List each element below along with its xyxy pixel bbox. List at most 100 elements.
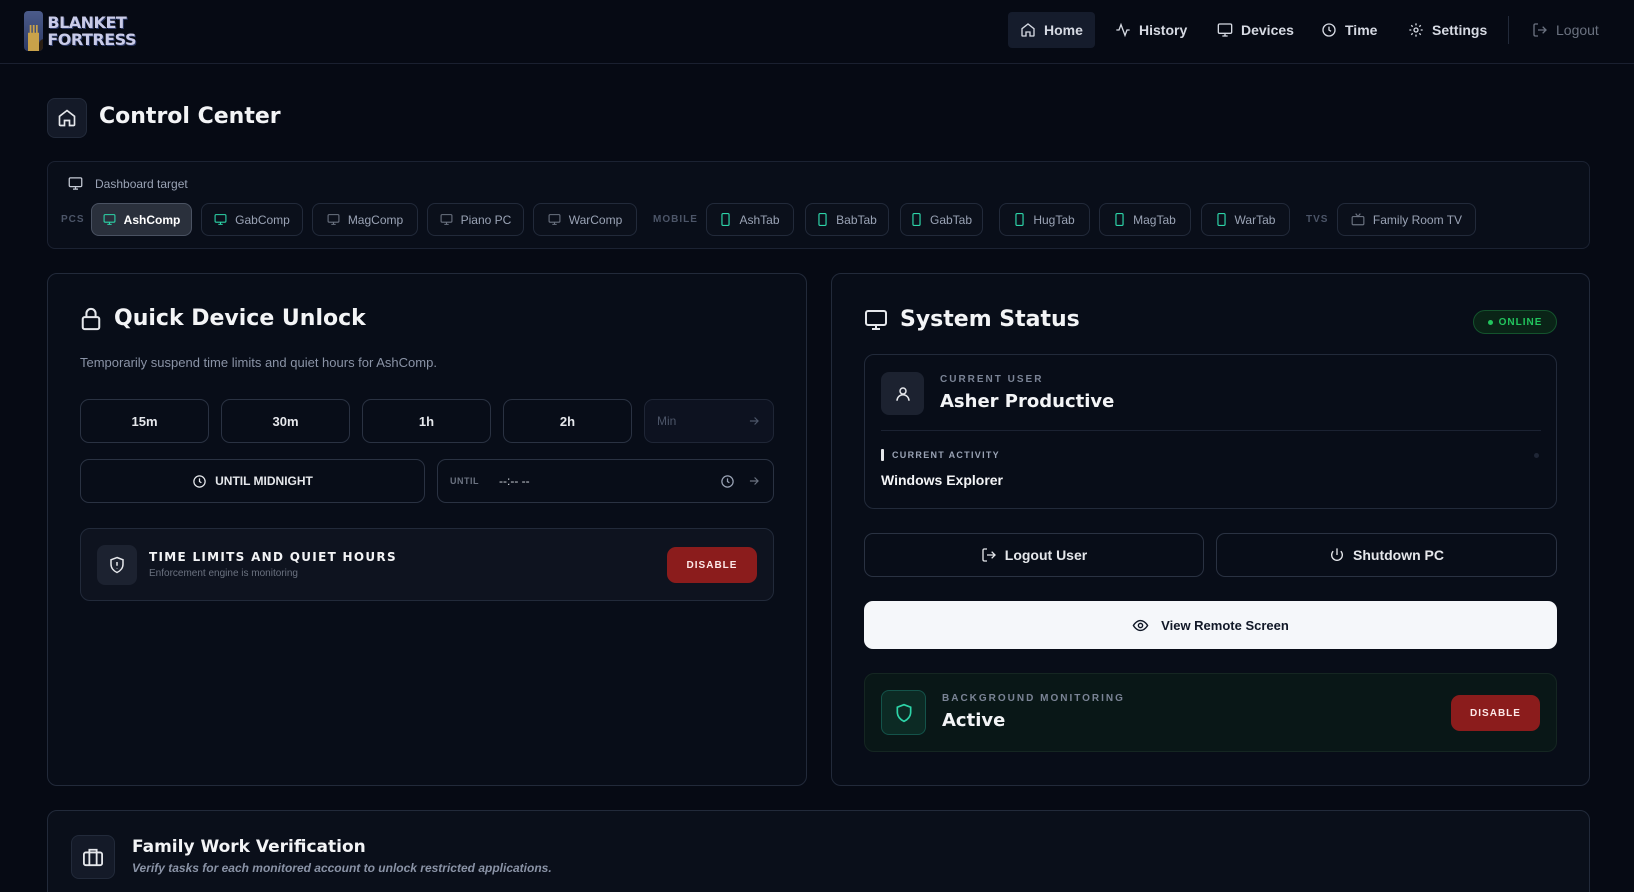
device-chip-label: Family Room TV <box>1372 212 1463 227</box>
activity-icon <box>1115 22 1131 38</box>
disable-time-limits-button[interactable]: DISABLE <box>667 547 757 583</box>
view-remote-screen-label: View Remote Screen <box>1161 617 1289 633</box>
clock-icon[interactable] <box>720 474 735 489</box>
nav-divider <box>1508 16 1509 44</box>
family-work-title: Family Work Verification <box>132 837 366 857</box>
device-chip-label: WarComp <box>568 212 623 227</box>
device-chip-gabcomp[interactable]: GabComp <box>201 203 303 236</box>
device-chip-family-room-tv[interactable]: Family Room TV <box>1337 203 1476 236</box>
monitor-icon <box>864 308 888 332</box>
device-chip-wartab[interactable]: WarTab <box>1201 203 1290 236</box>
divider <box>881 430 1541 431</box>
custom-minutes-input[interactable]: Min <box>644 399 774 443</box>
view-remote-screen-button[interactable]: View Remote Screen <box>864 601 1557 649</box>
power-icon <box>1329 547 1345 563</box>
unlock-15m-button[interactable]: 15m <box>80 399 209 443</box>
logout-icon <box>981 547 997 563</box>
device-chip-gabtab[interactable]: GabTab <box>900 203 983 236</box>
tablet-icon <box>1216 213 1227 226</box>
device-chip-label: MagTab <box>1133 212 1176 227</box>
device-chip-hugtab[interactable]: HugTab <box>999 203 1090 236</box>
device-chip-label: Piano PC <box>460 212 512 227</box>
logout-button[interactable]: Logout <box>1532 12 1599 48</box>
nav-label: Devices <box>1241 22 1294 38</box>
device-chip-ashtab[interactable]: AshTab <box>706 203 794 236</box>
shield-alert-icon <box>97 545 137 585</box>
clock-icon <box>1321 22 1337 38</box>
nav-time[interactable]: Time <box>1321 12 1377 48</box>
device-chip-warcomp[interactable]: WarComp <box>533 203 637 236</box>
monitor-icon <box>1217 22 1233 38</box>
monitor-icon <box>214 213 227 226</box>
current-user-label: CURRENT USER <box>940 374 1044 385</box>
until-label: UNTIL <box>450 476 479 486</box>
device-chip-label: AshTab <box>739 212 780 227</box>
nav-home[interactable]: Home <box>1008 12 1095 48</box>
eye-icon <box>1132 617 1149 634</box>
user-icon <box>881 372 924 415</box>
nav-settings[interactable]: Settings <box>1408 12 1487 48</box>
device-chip-magtab[interactable]: MagTab <box>1099 203 1191 236</box>
device-chip-ashcomp[interactable]: AshComp <box>91 203 192 236</box>
nav-devices[interactable]: Devices <box>1217 12 1294 48</box>
group-label-pcs: PCS <box>61 214 85 225</box>
dashboard-target-label: Dashboard target <box>95 176 188 191</box>
page-icon <box>47 98 87 138</box>
arrow-right-icon[interactable] <box>747 474 761 488</box>
until-midnight-label: UNTIL MIDNIGHT <box>215 474 313 488</box>
logout-user-label: Logout User <box>1004 547 1088 563</box>
background-monitoring-value: Active <box>942 710 1006 731</box>
device-chip-label: AshComp <box>123 212 181 227</box>
nav-label: Home <box>1044 22 1083 38</box>
unlock-30m-button[interactable]: 30m <box>221 399 350 443</box>
home-icon <box>1020 22 1036 38</box>
system-status-title: System Status <box>900 307 1080 332</box>
page-title: Control Center <box>99 104 281 129</box>
device-chip-label: GabComp <box>235 212 290 227</box>
device-chip-magcomp[interactable]: MagComp <box>312 203 418 236</box>
until-midnight-button[interactable]: UNTIL MIDNIGHT <box>80 459 425 503</box>
quick-unlock-subtitle: Temporarily suspend time limits and quie… <box>80 355 437 370</box>
home-icon <box>57 108 77 128</box>
device-chip-label: MagComp <box>347 212 404 227</box>
unlock-2h-button[interactable]: 2h <box>503 399 632 443</box>
activity-indicator-dot <box>1534 453 1539 458</box>
logout-user-button[interactable]: Logout User <box>864 533 1204 577</box>
online-status-badge: ONLINE <box>1473 310 1557 334</box>
monitor-icon <box>440 213 453 226</box>
monitor-icon <box>68 176 83 191</box>
background-monitoring-label: BACKGROUND MONITORING <box>942 693 1125 704</box>
device-chip-babtab[interactable]: BabTab <box>805 203 889 236</box>
tv-icon <box>1351 213 1365 226</box>
device-chip-label: GabTab <box>929 212 973 227</box>
clock-icon <box>192 474 207 489</box>
device-chip-label: BabTab <box>836 212 877 227</box>
shutdown-pc-button[interactable]: Shutdown PC <box>1216 533 1557 577</box>
device-chip-piano-pc[interactable]: Piano PC <box>427 203 524 236</box>
quick-unlock-title: Quick Device Unlock <box>114 306 366 331</box>
current-activity-value: Windows Explorer <box>881 472 1004 488</box>
time-limits-title: TIME LIMITS AND QUIET HOURS <box>149 550 397 564</box>
until-time-input[interactable]: --:-- -- <box>491 474 708 488</box>
briefcase-icon <box>71 835 115 879</box>
device-chip-label: WarTab <box>1234 212 1276 227</box>
top-bar: BLANKET FORTRESS Home History Devices Ti… <box>0 0 1634 64</box>
disable-monitoring-button[interactable]: DISABLE <box>1451 695 1540 731</box>
tablet-icon <box>817 213 828 226</box>
gear-icon <box>1408 22 1424 38</box>
tablet-icon <box>1014 213 1025 226</box>
arrow-right-icon[interactable] <box>747 414 761 428</box>
group-label-tvs: TVS <box>1306 214 1329 225</box>
monitor-icon <box>327 213 340 226</box>
tablet-icon <box>720 213 731 226</box>
current-activity-label: CURRENT ACTIVITY <box>892 450 1000 460</box>
nav-history[interactable]: History <box>1115 12 1187 48</box>
shield-icon <box>881 690 926 735</box>
nav-label: History <box>1139 22 1188 38</box>
unlock-1h-button[interactable]: 1h <box>362 399 491 443</box>
online-label: ONLINE <box>1498 316 1543 328</box>
tablet-icon <box>911 213 922 226</box>
until-time-field[interactable]: UNTIL --:-- -- <box>437 459 774 503</box>
lock-icon <box>80 307 102 331</box>
dashboard-target-selector: Dashboard target PCS AshComp GabComp Mag… <box>47 161 1590 249</box>
